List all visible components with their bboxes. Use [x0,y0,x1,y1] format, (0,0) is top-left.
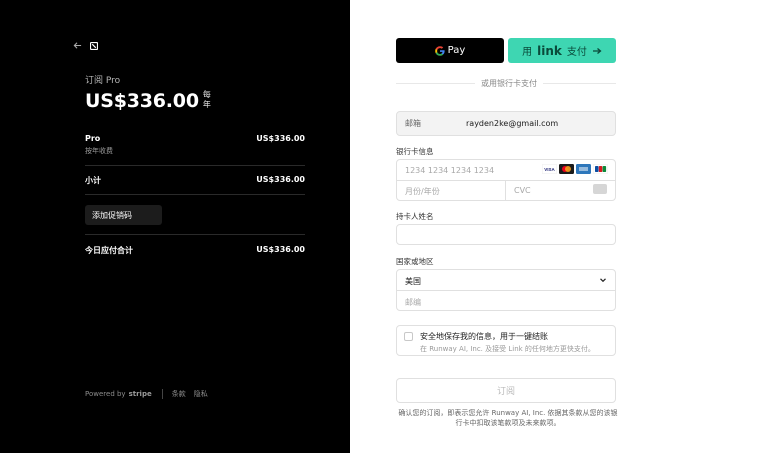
country-group: 美国 邮编 [396,269,616,311]
cardholder-name-input[interactable] [396,224,616,245]
jcb-icon [593,164,608,174]
mastercard-icon [559,164,574,174]
save-info-checkbox[interactable] [404,332,413,341]
card-divider [397,180,615,181]
line-item-amount: US$336.00 [256,134,305,143]
subtotal-row: 小计 US$336.00 [85,175,305,186]
google-pay-button[interactable]: Pay [396,38,504,63]
divider [85,165,305,166]
link-pay-suffix: 支付 [566,47,587,58]
amex-icon [576,164,591,174]
powered-by-text: Powered by [85,390,126,398]
order-summary-panel: 订阅 Pro US$336.00 每年 Pro 按年收费 US$336.00 小计… [0,0,350,453]
cvc-input[interactable]: CVC [514,186,531,195]
legal-text: 确认您的订阅，即表示您允许 Runway AI, Inc. 依据其条款从您的该银… [398,409,618,427]
card-brands: VISA [542,164,608,174]
zip-input[interactable]: 邮编 [405,297,421,308]
or-pay-with-card-text: 或用银行卡支付 [475,78,543,89]
add-promo-code-button[interactable]: 添加促销码 [85,205,162,225]
card-info-label: 银行卡信息 [396,147,434,156]
subtotal-label: 小计 [85,176,101,185]
card-info-group: 1234 1234 1234 1234 VISA 月份/年份 CVC [396,159,616,201]
arrow-right-icon [592,47,602,54]
back-link[interactable] [73,41,98,50]
country-divider [397,290,615,291]
total-row: 今日应付合计 US$336.00 [85,245,305,256]
line-item-name: Pro 按年收费 [85,134,113,155]
line-item: Pro 按年收费 US$336.00 [85,134,305,156]
card-number-input[interactable]: 1234 1234 1234 1234 [405,166,494,175]
payment-panel: Pay 用 link 支付 或用银行卡支付 邮箱 rayden2ke@gmail… [350,0,770,453]
cardholder-name-label: 持卡人姓名 [396,212,434,221]
price-amount: US$336.00 [85,90,199,112]
subscription-name: 订阅 Pro [85,76,121,86]
save-info-description: 在 Runway AI, Inc. 及接受 Link 的任何地方更快支付。 [420,345,595,353]
google-pay-label: Pay [447,45,466,56]
subtotal-amount: US$336.00 [256,175,305,184]
link-pay-prefix: 用 [522,47,533,58]
runway-logo-icon [90,41,98,50]
line-item-billing: 按年收费 [85,147,113,155]
price-block: US$336.00 每年 [85,90,213,112]
billing-period: 每年 [202,90,211,109]
stripe-logo[interactable]: stripe [129,390,152,398]
total-amount: US$336.00 [256,245,305,254]
cvc-card-icon [593,184,607,194]
expiry-input[interactable]: 月份/年份 [405,186,440,197]
country-label: 国家或地区 [396,257,434,266]
divider [85,194,305,195]
divider [85,234,305,235]
link-pay-button[interactable]: 用 link 支付 [508,38,616,63]
google-g-icon [434,45,445,56]
total-label: 今日应付合计 [85,246,133,255]
footer: Powered by stripe 条款 隐私 [85,389,216,399]
terms-link[interactable]: 条款 [172,389,186,399]
link-brand: link [537,43,562,58]
email-label: 邮箱 [405,119,421,128]
email-field[interactable]: 邮箱 rayden2ke@gmail.com [396,111,616,136]
save-info-title: 安全地保存我的信息，用于一键结账 [420,332,548,341]
country-select[interactable]: 美国 [405,276,421,287]
footer-separator [161,389,163,399]
privacy-link[interactable]: 隐私 [194,389,208,399]
visa-icon: VISA [542,164,557,174]
subscribe-button[interactable]: 订阅 [396,378,616,403]
chevron-down-icon[interactable] [599,276,607,284]
arrow-left-icon [73,42,82,49]
email-value: rayden2ke@gmail.com [466,119,559,128]
svg-text:VISA: VISA [544,167,555,172]
save-info-option[interactable]: 安全地保存我的信息，用于一键结账 在 Runway AI, Inc. 及接受 L… [396,325,616,356]
card-divider [505,180,506,201]
